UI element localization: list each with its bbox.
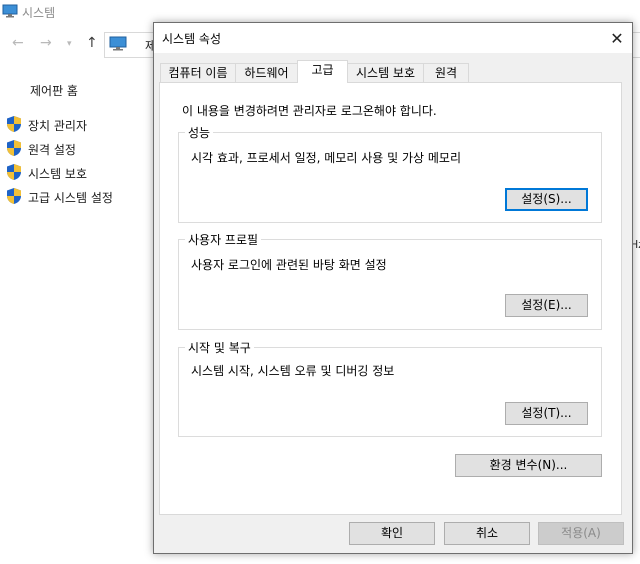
tab-panel-advanced: 이 내용을 변경하려면 관리자로 로그온해야 합니다. 성능 시각 효과, 프로…	[159, 82, 622, 515]
shield-icon	[6, 163, 22, 184]
shield-icon	[6, 139, 22, 160]
background-title-bar: 시스템	[0, 0, 640, 24]
dialog-title-bar: 시스템 속성 ✕	[154, 23, 632, 53]
tab-advanced[interactable]: 고급	[297, 60, 348, 83]
performance-settings-button[interactable]: 설정(S)...	[505, 188, 588, 211]
sidebar-item-system-protection[interactable]: 시스템 보호	[6, 163, 87, 183]
computer-icon	[2, 4, 18, 21]
close-icon[interactable]: ✕	[602, 23, 632, 53]
group-description: 시스템 시작, 시스템 오류 및 디버깅 정보	[191, 364, 395, 378]
tab-system-protection[interactable]: 시스템 보호	[347, 63, 424, 82]
startup-recovery-settings-button[interactable]: 설정(T)...	[505, 402, 588, 425]
apply-button[interactable]: 적용(A)	[538, 522, 624, 545]
shield-icon	[6, 115, 22, 136]
dialog-title: 시스템 속성	[162, 32, 222, 46]
sidebar-item-label: 고급 시스템 설정	[28, 190, 113, 205]
sidebar-item-label: 시스템 보호	[28, 166, 88, 181]
back-arrow-icon[interactable]: ←	[12, 35, 24, 51]
background-window-title: 시스템	[22, 6, 56, 20]
chevron-down-icon[interactable]: ▾	[67, 39, 72, 49]
performance-group: 성능 시각 효과, 프로세서 일정, 메모리 사용 및 가상 메모리 설정(S)…	[178, 124, 602, 223]
shield-icon	[6, 187, 22, 208]
environment-variables-button[interactable]: 환경 변수(N)...	[455, 454, 602, 477]
sidebar-home-link[interactable]: 제어판 홈	[30, 82, 78, 99]
sidebar-item-advanced-settings[interactable]: 고급 시스템 설정	[6, 187, 113, 207]
up-arrow-icon[interactable]: ↑	[86, 35, 98, 51]
ok-button[interactable]: 확인	[349, 522, 435, 545]
sidebar-item-label: 원격 설정	[28, 142, 76, 157]
cancel-button[interactable]: 취소	[444, 522, 530, 545]
tab-remote[interactable]: 원격	[423, 63, 469, 82]
group-legend: 성능	[185, 124, 214, 141]
sidebar-item-remote-settings[interactable]: 원격 설정	[6, 139, 76, 159]
group-legend: 사용자 프로필	[185, 231, 262, 248]
user-profiles-settings-button[interactable]: 설정(E)...	[505, 294, 588, 317]
admin-notice: 이 내용을 변경하려면 관리자로 로그온해야 합니다.	[182, 104, 437, 118]
user-profiles-group: 사용자 프로필 사용자 로그인에 관련된 바탕 화면 설정 설정(E)...	[178, 231, 602, 330]
tab-computer-name[interactable]: 컴퓨터 이름	[160, 63, 236, 82]
sidebar-item-device-manager[interactable]: 장치 관리자	[6, 115, 87, 135]
startup-recovery-group: 시작 및 복구 시스템 시작, 시스템 오류 및 디버깅 정보 설정(T)...	[178, 339, 602, 437]
system-properties-dialog: 시스템 속성 ✕ 컴퓨터 이름 하드웨어 고급 시스템 보호 원격 이 내용을 …	[153, 22, 633, 554]
group-description: 시각 효과, 프로세서 일정, 메모리 사용 및 가상 메모리	[191, 151, 461, 165]
tab-hardware[interactable]: 하드웨어	[235, 63, 298, 82]
sidebar-item-label: 장치 관리자	[28, 118, 88, 133]
group-legend: 시작 및 복구	[185, 339, 254, 356]
forward-arrow-icon[interactable]: →	[40, 35, 52, 51]
computer-icon	[109, 36, 127, 55]
group-description: 사용자 로그인에 관련된 바탕 화면 설정	[191, 258, 387, 272]
